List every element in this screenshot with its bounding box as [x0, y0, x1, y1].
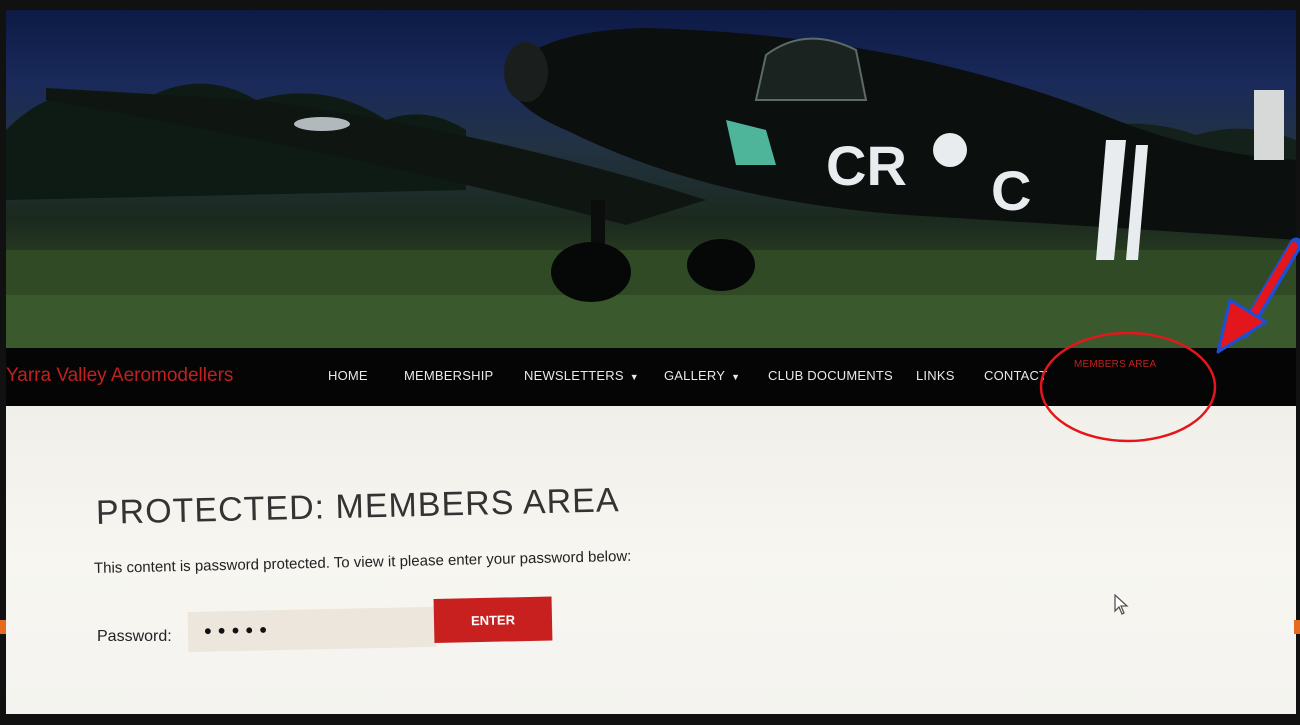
nav-links[interactable]: LINKS — [916, 368, 955, 383]
hero-marking-left: CR — [826, 134, 907, 197]
nav-contact-label: CONTACT — [984, 368, 1048, 383]
main-content: PROTECTED: MEMBERS AREA This content is … — [6, 406, 1296, 714]
edge-accent-left — [0, 620, 6, 634]
photo-of-screen: CR C Yarra Valley Aeromodellers HOME MEM… — [0, 0, 1300, 725]
nav-membership[interactable]: MEMBERSHIP — [404, 368, 493, 383]
nav-home-label: HOME — [328, 368, 368, 383]
nav-members-area-label: MEMBERS AREA — [1074, 359, 1157, 370]
site-brand-link[interactable]: Yarra Valley Aeromodellers — [6, 365, 233, 387]
hero-marking-right: C — [991, 159, 1031, 222]
page-title: PROTECTED: MEMBERS AREA — [95, 481, 620, 532]
nav-links-label: LINKS — [916, 368, 955, 383]
password-label: Password: — [97, 628, 172, 645]
enter-button[interactable]: ENTER — [433, 596, 553, 643]
password-input[interactable] — [187, 606, 437, 652]
edge-accent-right — [1294, 620, 1300, 634]
nav-contact[interactable]: CONTACT — [984, 368, 1047, 383]
spitfire-illustration: CR C — [6, 28, 1296, 348]
nav-gallery-label: GALLERY — [664, 368, 726, 383]
chevron-down-icon: ▼ — [731, 372, 741, 382]
nav-home[interactable]: HOME — [328, 368, 368, 383]
nav-gallery[interactable]: GALLERY ▼ — [664, 368, 740, 383]
nav-club-documents-label: CLUB DOCUMENTS — [768, 368, 893, 383]
nav-newsletters-label: NEWSLETTERS — [524, 368, 624, 383]
main-navbar: Yarra Valley Aeromodellers HOME MEMBERSH… — [6, 348, 1296, 406]
mouse-pointer-icon — [1114, 594, 1129, 615]
nav-club-documents[interactable]: CLUB DOCUMENTS — [768, 368, 893, 383]
nav-members-area[interactable]: MEMBERS AREA — [1074, 359, 1156, 370]
password-notice: This content is password protected. To v… — [93, 547, 632, 577]
hero-banner: CR C — [6, 10, 1296, 348]
chevron-down-icon: ▼ — [629, 372, 639, 382]
nav-membership-label: MEMBERSHIP — [404, 368, 494, 383]
nav-newsletters[interactable]: NEWSLETTERS ▼ — [524, 368, 639, 383]
